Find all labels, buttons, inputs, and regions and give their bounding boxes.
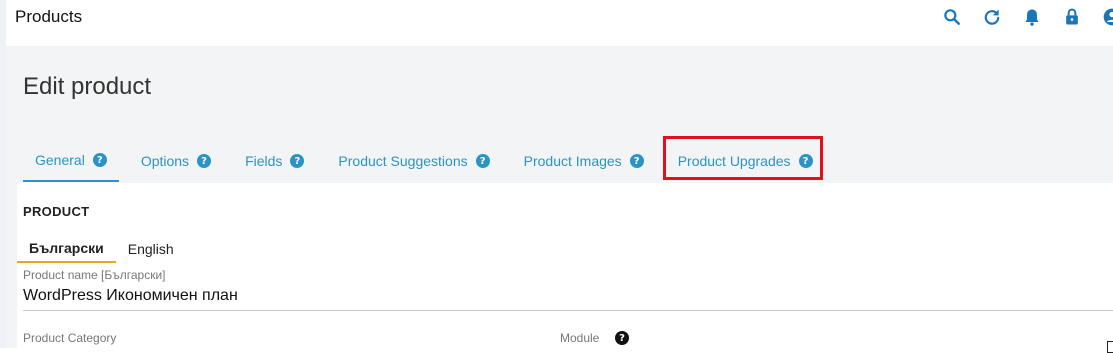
tab-options[interactable]: Options ? (129, 140, 223, 182)
product-name-label: Product name [Български] (23, 268, 166, 282)
user-icon[interactable] (1101, 6, 1113, 28)
product-form-card: PRODUCT Български English Product name [… (17, 183, 1113, 353)
tab-label: Product Images (523, 153, 622, 169)
help-icon[interactable]: ? (290, 154, 305, 168)
tab-label: Product Suggestions (338, 153, 468, 169)
help-icon[interactable]: ? (629, 154, 644, 168)
tab-fields[interactable]: Fields ? (233, 140, 316, 182)
tab-general[interactable]: General ? (23, 140, 119, 182)
tab-product-images[interactable]: Product Images ? (512, 140, 656, 182)
refresh-icon[interactable] (981, 6, 1003, 28)
highlight-box (663, 136, 823, 180)
lock-icon[interactable] (1061, 6, 1083, 28)
header-actions (923, 6, 1113, 28)
help-icon[interactable]: ? (197, 154, 212, 168)
bell-icon[interactable] (1021, 6, 1043, 28)
section-title: PRODUCT (23, 204, 90, 219)
language-tabs: Български English (17, 235, 186, 263)
app-title: Products (15, 7, 83, 26)
tab-label: Options (140, 153, 190, 169)
product-category-label: Product Category (23, 331, 117, 345)
expand-icon[interactable] (1107, 341, 1113, 353)
product-name-input[interactable]: WordPress Икономичен план (23, 287, 1113, 311)
search-icon[interactable] (941, 6, 963, 28)
tab-product-suggestions[interactable]: Product Suggestions ? (326, 140, 501, 182)
lang-tab-bulgarian[interactable]: Български (17, 235, 116, 263)
tab-label: General (35, 152, 85, 168)
help-icon[interactable]: ? (92, 153, 107, 167)
module-help-icon[interactable]: ? (615, 331, 629, 345)
lang-tab-english[interactable]: English (116, 235, 186, 263)
module-label: Module (560, 331, 600, 345)
tab-label: Fields (245, 153, 283, 169)
page-title: Edit product (23, 73, 152, 100)
help-icon[interactable]: ? (475, 154, 490, 168)
top-header: Products (6, 0, 1113, 46)
